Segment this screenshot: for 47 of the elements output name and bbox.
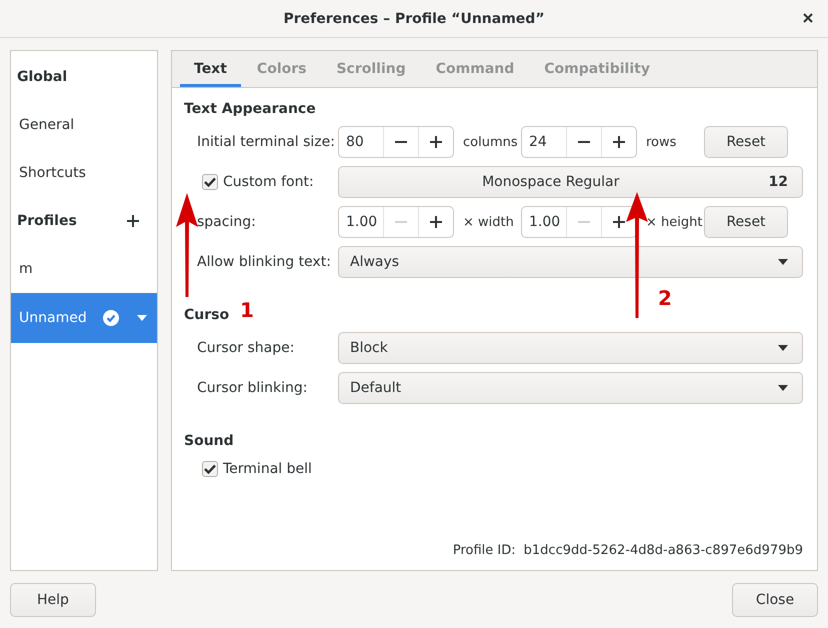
tab[interactable]: Text bbox=[180, 51, 241, 87]
field-label: Allow blinking text: bbox=[197, 254, 332, 270]
caret-icon bbox=[778, 385, 788, 391]
unit-label: × width bbox=[462, 214, 515, 230]
plus-icon[interactable] bbox=[430, 216, 442, 228]
caret-icon bbox=[778, 345, 788, 351]
field-label: Initial terminal size: bbox=[197, 134, 336, 150]
caret-icon bbox=[778, 259, 788, 265]
spin-field[interactable]: 80 bbox=[338, 126, 454, 158]
checkbox-label: Custom font: bbox=[223, 174, 314, 190]
caret-icon[interactable] bbox=[136, 315, 147, 321]
unit-label: rows bbox=[645, 134, 678, 150]
checkbox[interactable] bbox=[202, 461, 218, 477]
field-label: Cursor blinking: bbox=[197, 380, 308, 396]
section-heading: Sound bbox=[184, 432, 234, 450]
plus-icon[interactable] bbox=[613, 136, 625, 148]
spin-field[interactable]: 24 bbox=[521, 126, 637, 158]
field-label: Cursor shape: bbox=[197, 340, 296, 356]
field-label: spacing: bbox=[197, 214, 257, 230]
profile-id: b1dcc9dd-5262-4d8d-a863-c897e6d979b9 bbox=[524, 543, 803, 558]
profile-id-label: Profile ID: bbox=[452, 543, 516, 558]
plus-icon[interactable] bbox=[613, 216, 625, 228]
sidebar-item[interactable]: Shortcuts bbox=[11, 149, 157, 197]
sidebar-item[interactable]: General bbox=[11, 101, 157, 149]
dialog-button[interactable]: Close bbox=[732, 583, 818, 617]
checkbox-label: Terminal bell bbox=[223, 461, 312, 477]
sidebar-item[interactable]: Unnamed bbox=[11, 293, 157, 343]
dropdown[interactable]: Block bbox=[338, 332, 803, 364]
add-icon[interactable] bbox=[127, 215, 139, 227]
plus-icon[interactable] bbox=[430, 136, 442, 148]
unit-label: × height bbox=[645, 214, 704, 230]
sidebar-item[interactable]: m bbox=[11, 245, 157, 293]
spin-field[interactable]: 1.00 bbox=[338, 206, 454, 238]
dropdown[interactable]: Always bbox=[338, 246, 803, 278]
reset-button[interactable]: Reset bbox=[704, 126, 788, 158]
close-icon[interactable] bbox=[802, 12, 814, 24]
dialog-button[interactable]: Help bbox=[10, 583, 96, 617]
sidebar-heading: Profiles bbox=[17, 213, 77, 229]
checkbox[interactable] bbox=[202, 174, 218, 190]
section-heading: Curso bbox=[184, 306, 230, 324]
unit-label: columns bbox=[462, 134, 519, 150]
section-heading: Text Appearance bbox=[184, 100, 316, 118]
sidebar-heading: Global bbox=[17, 69, 68, 85]
window-title: Preferences – Profile “Unnamed” bbox=[283, 10, 545, 26]
dropdown[interactable]: Default bbox=[338, 372, 803, 404]
font-button[interactable]: Monospace Regular 12 bbox=[338, 166, 803, 198]
reset-button[interactable]: Reset bbox=[704, 206, 788, 238]
